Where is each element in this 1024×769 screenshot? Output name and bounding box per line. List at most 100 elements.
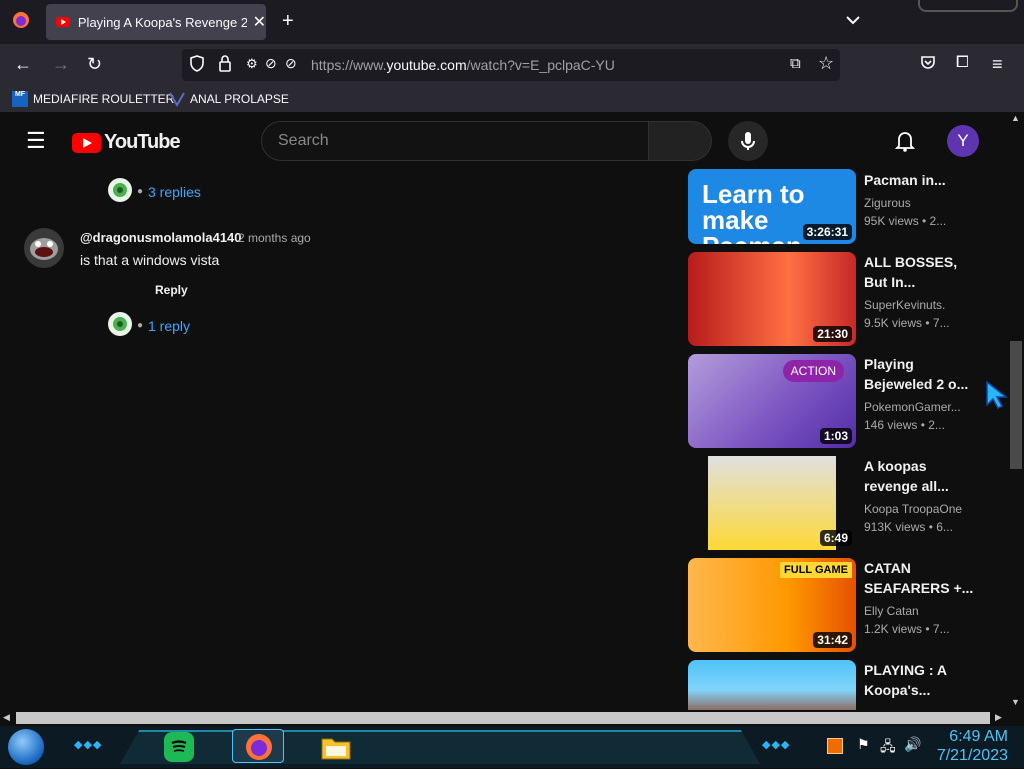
firefox-app-icon: [246, 734, 272, 760]
video-duration: 1:03: [819, 428, 852, 444]
pocket-icon[interactable]: [920, 55, 936, 75]
dot-separator: ●: [137, 186, 144, 197]
system-clock[interactable]: 6:49 AM 7/21/2023: [937, 727, 1008, 765]
scroll-right-arrow-icon[interactable]: ▶: [995, 712, 1002, 723]
video-duration: 3:26:31: [802, 224, 852, 240]
spotify-app-icon[interactable]: [164, 732, 194, 762]
view-replies-link[interactable]: 3 replies: [148, 184, 201, 200]
video-title[interactable]: PLAYING : A Koopa's...: [864, 660, 974, 700]
video-duration: 31:42: [813, 632, 852, 648]
bookmark-label: MEDIAFIRE ROULETTER: [33, 92, 175, 106]
reply-author-avatar: [108, 312, 132, 336]
youtube-logo[interactable]: YouTube: [72, 131, 181, 154]
video-thumbnail[interactable]: Learn to make Pacman 3:26:31: [688, 169, 856, 244]
reply-button[interactable]: Reply: [155, 283, 188, 297]
close-tab-icon[interactable]: ✕: [253, 12, 266, 32]
vertical-scrollbar-thumb[interactable]: [1010, 341, 1022, 469]
url-text[interactable]: https://www.youtube.com/watch?v=E_pclpaC…: [311, 57, 615, 73]
lock-icon[interactable]: [218, 55, 232, 77]
video-channel[interactable]: SuperKevinuts.: [864, 298, 974, 312]
url-prefix: https://www.: [311, 57, 387, 73]
video-thumbnail[interactable]: 6:49: [688, 456, 856, 550]
video-title[interactable]: Playing Bejeweled 2 o...: [864, 354, 974, 394]
video-thumbnail[interactable]: FULL GAME 31:42: [688, 558, 856, 652]
account-avatar[interactable]: Y: [947, 125, 979, 157]
video-title[interactable]: ALL BOSSES, But In...: [864, 252, 974, 292]
horizontal-scrollbar-thumb[interactable]: [16, 712, 990, 724]
bookmark-label: ANAL PROLAPSE: [190, 92, 289, 106]
video-meta: 913K views • 6...: [864, 520, 953, 534]
thumbnail-text: ACTION: [782, 360, 844, 382]
scroll-left-arrow-icon[interactable]: ◀: [3, 712, 10, 723]
video-meta: 146 views • 2...: [864, 418, 945, 432]
reload-icon[interactable]: ↻: [87, 54, 102, 75]
network-icon[interactable]: 🖧: [880, 736, 896, 760]
reply-author-avatar: [108, 178, 132, 202]
url-suffix: /watch?v=E_pclpaC-YU: [466, 57, 615, 73]
clock-time: 6:49 AM: [949, 728, 1008, 745]
video-channel[interactable]: Elly Catan: [864, 604, 974, 618]
video-title[interactable]: CATAN SEAFARERS +...: [864, 558, 974, 598]
video-meta: 9.5K views • 7...: [864, 316, 950, 330]
video-duration: 6:49: [819, 530, 852, 546]
bookmark-mediafire[interactable]: MF MEDIAFIRE ROULETTER: [12, 91, 174, 107]
dot-separator: ●: [137, 320, 144, 331]
tab-youtube[interactable]: Playing A Koopa's Revenge 2 A( ✕: [46, 4, 266, 40]
video-thumbnail[interactable]: [688, 660, 856, 710]
taskbar-dock: [120, 730, 760, 764]
hamburger-menu-icon[interactable]: ☰: [26, 128, 46, 154]
bookmark-folder-icon: [169, 91, 185, 107]
comment-time[interactable]: 2 months ago: [238, 231, 311, 245]
video-title[interactable]: A koopas revenge all...: [864, 456, 974, 496]
tray-app-icon[interactable]: [827, 738, 843, 754]
tab-title: Playing A Koopa's Revenge 2 A(: [77, 14, 247, 30]
comment-author[interactable]: @dragonusmolamola4140: [80, 230, 242, 245]
taskbar-decoration: ◆◆◆: [762, 739, 791, 751]
thumbnail-image: [708, 456, 836, 550]
chevron-down-icon[interactable]: [846, 12, 860, 28]
new-tab-icon[interactable]: +: [282, 10, 294, 33]
mediafire-icon: MF: [12, 91, 28, 107]
forward-icon[interactable]: →: [52, 54, 70, 75]
scroll-down-arrow-icon[interactable]: ▼: [1011, 697, 1020, 707]
action-center-flag-icon[interactable]: ⚑: [857, 736, 870, 753]
video-channel[interactable]: PokemonGamer...: [864, 400, 974, 414]
bookmark-second[interactable]: ANAL PROLAPSE: [169, 91, 289, 107]
firefox-taskbar-button[interactable]: [232, 729, 284, 763]
picture-in-picture-icon[interactable]: ⧉: [790, 55, 801, 72]
taskbar: [0, 726, 1024, 768]
video-thumbnail[interactable]: ACTION 1:03: [688, 354, 856, 448]
search-button[interactable]: [648, 121, 712, 161]
video-duration: 21:30: [813, 326, 852, 342]
extensions-icon[interactable]: ⧠: [956, 54, 969, 72]
camera-blocked-icon[interactable]: ⊘: [265, 55, 277, 72]
view-replies-link[interactable]: 1 reply: [148, 318, 190, 334]
youtube-logo-text: YouTube: [104, 131, 181, 153]
video-meta: 1.2K views • 7...: [864, 622, 950, 636]
video-thumbnail[interactable]: 21:30: [688, 252, 856, 346]
permissions-icon[interactable]: ⚙: [246, 56, 258, 72]
comment-author-avatar[interactable]: [24, 228, 64, 268]
video-channel[interactable]: Zigurous: [864, 196, 974, 210]
autoplay-blocked-icon[interactable]: ⊘: [285, 55, 297, 72]
search-input[interactable]: Search: [261, 121, 649, 161]
mouse-cursor-icon: [986, 380, 1009, 414]
bookmark-star-icon[interactable]: ☆: [818, 53, 834, 74]
notifications-bell-icon[interactable]: [894, 130, 916, 157]
video-title[interactable]: Pacman in...: [864, 170, 974, 190]
comment-text: is that a windows vista: [80, 252, 220, 268]
microphone-icon: [741, 132, 755, 150]
shield-icon[interactable]: [189, 55, 205, 76]
voice-search-button[interactable]: [728, 121, 768, 161]
file-explorer-app-icon[interactable]: [320, 732, 352, 762]
menu-icon[interactable]: ≡: [992, 54, 1003, 75]
taskbar-decoration: ◆◆◆: [74, 739, 103, 751]
video-channel[interactable]: Koopa TroopaOne: [864, 502, 974, 516]
volume-icon[interactable]: 🔊: [904, 736, 921, 753]
scroll-up-arrow-icon[interactable]: ▲: [1011, 113, 1020, 123]
back-icon[interactable]: ←: [14, 54, 32, 75]
firefox-icon[interactable]: [12, 11, 30, 34]
url-domain: youtube.com: [386, 57, 467, 73]
start-orb-icon[interactable]: [8, 729, 44, 765]
thumbnail-text: FULL GAME: [780, 562, 852, 578]
